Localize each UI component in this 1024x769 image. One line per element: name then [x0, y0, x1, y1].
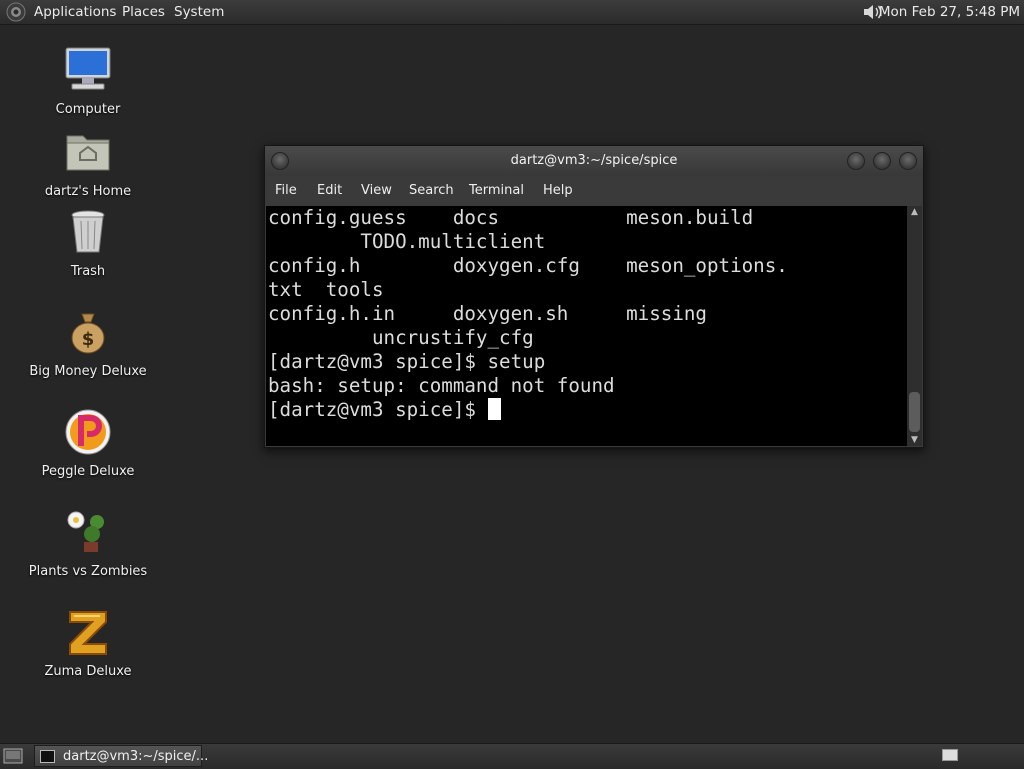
taskbar-button-terminal[interactable]: dartz@vm3:~/spice/...: [34, 745, 208, 767]
desktop-icon-label: Trash: [70, 264, 106, 279]
menu-search[interactable]: Search: [409, 183, 454, 198]
terminal-line: bash: setup: command not found: [268, 374, 615, 397]
home-folder-icon: [66, 135, 110, 171]
menu-edit[interactable]: Edit: [317, 183, 342, 198]
plants-icon: [67, 511, 104, 552]
terminal-line: config.guess docs meson.build: [268, 206, 754, 229]
desktop-icon-label: Computer: [55, 102, 121, 117]
trash-icon: [71, 210, 105, 253]
terminal-scrollbar[interactable]: ▲ ▼: [907, 206, 922, 446]
bottom-panel: dartz@vm3:~/spice/...: [0, 743, 1024, 769]
desktop-icon-label: Plants vs Zombies: [28, 564, 148, 579]
terminal-line: TODO.multiclient: [268, 230, 546, 253]
terminal-line: uncrustify_cfg: [268, 326, 534, 349]
terminal-line: config.h.in doxygen.sh missing: [268, 302, 707, 325]
terminal-icon: [40, 750, 55, 763]
show-desktop-icon[interactable]: [3, 748, 23, 764]
desktop-icon-computer[interactable]: Computer: [18, 46, 158, 117]
desktop-icon-zuma[interactable]: Zuma Deluxe: [18, 608, 158, 679]
desktop-icon-peggle[interactable]: Peggle Deluxe: [18, 408, 158, 479]
menu-terminal[interactable]: Terminal: [469, 183, 524, 198]
terminal-line: txt tools: [268, 278, 384, 301]
clock[interactable]: Mon Feb 27, 5:48 PM: [879, 4, 1020, 20]
close-button[interactable]: [899, 152, 917, 170]
desktop-icon-label: dartz's Home: [44, 184, 132, 199]
computer-icon: [65, 47, 111, 90]
scroll-thumb[interactable]: [909, 392, 920, 432]
window-titlebar[interactable]: dartz@vm3:~/spice/spice: [265, 146, 923, 176]
terminal-output[interactable]: config.guess docs meson.build TODO.multi…: [266, 206, 907, 446]
window-title: dartz@vm3:~/spice/spice: [510, 153, 678, 168]
menu-help[interactable]: Help: [543, 183, 573, 198]
menu-file[interactable]: File: [275, 183, 297, 198]
maximize-button[interactable]: [873, 152, 891, 170]
terminal-window[interactable]: dartz@vm3:~/spice/spice File Edit View S…: [264, 145, 924, 448]
terminal-menubar: File Edit View Search Terminal Help: [265, 176, 923, 206]
top-panel: Applications Places System Mon Feb 27, 5…: [0, 0, 1024, 25]
system-menu[interactable]: System: [174, 4, 224, 20]
minimize-button[interactable]: [847, 152, 865, 170]
terminal-prompt: [dartz@vm3 spice]$: [268, 398, 488, 421]
svg-text:$: $: [82, 329, 95, 350]
desktop-icon-trash[interactable]: Trash: [18, 208, 158, 279]
menu-view[interactable]: View: [361, 183, 392, 198]
desktop-icon-label: Zuma Deluxe: [44, 664, 132, 679]
text-cursor: [487, 398, 501, 420]
desktop-icon-plants[interactable]: Plants vs Zombies: [18, 508, 158, 579]
peggle-icon: [65, 409, 111, 455]
money-bag-icon: $: [71, 313, 105, 354]
scroll-down-arrow-icon[interactable]: ▼: [907, 434, 922, 446]
workspace-switcher[interactable]: [942, 749, 958, 761]
window-menu-button[interactable]: [271, 152, 289, 170]
desktop-icon-home[interactable]: dartz's Home: [18, 128, 158, 199]
desktop-icon-label: Big Money Deluxe: [29, 364, 147, 379]
gnome-foot-icon[interactable]: [6, 2, 26, 22]
scroll-up-arrow-icon[interactable]: ▲: [907, 206, 922, 218]
terminal-line: config.h doxygen.cfg meson_options.: [268, 254, 788, 277]
zuma-icon: [69, 611, 107, 655]
desktop-icon-big-money[interactable]: $ Big Money Deluxe: [18, 308, 158, 379]
taskbar-button-label: dartz@vm3:~/spice/...: [63, 749, 209, 764]
desktop-icon-label: Peggle Deluxe: [41, 464, 135, 479]
places-menu[interactable]: Places: [122, 4, 165, 20]
applications-menu[interactable]: Applications: [34, 4, 116, 20]
terminal-line: [dartz@vm3 spice]$ setup: [268, 350, 546, 373]
